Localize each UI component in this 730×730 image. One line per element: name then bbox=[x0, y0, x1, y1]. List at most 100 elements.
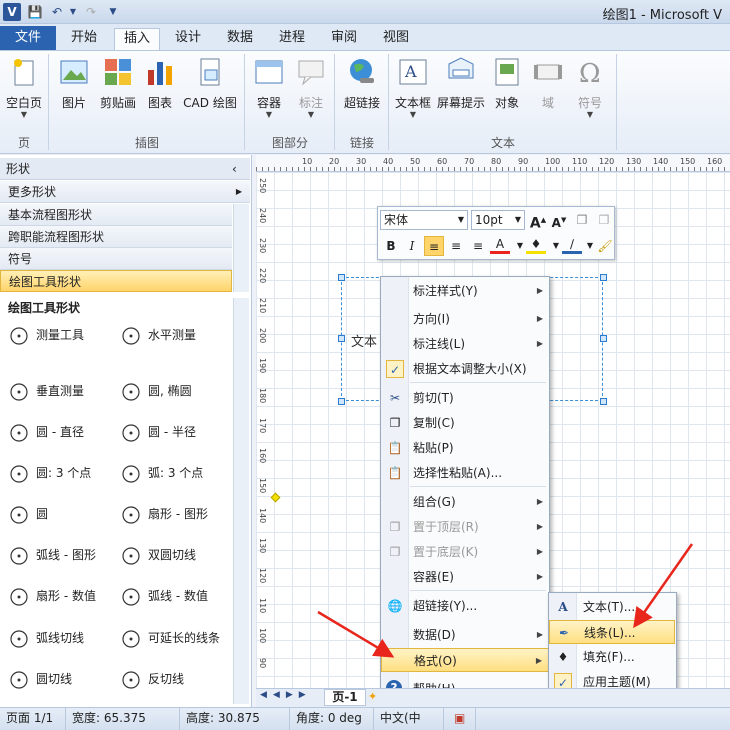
shape-item[interactable]: 反切线 bbox=[118, 666, 184, 692]
picture-button[interactable]: 图片 bbox=[54, 54, 94, 124]
customize-qat-icon[interactable]: ▼ bbox=[104, 3, 122, 21]
format-submenu-item[interactable]: A 文本(T)... bbox=[549, 595, 675, 619]
resize-handle[interactable] bbox=[338, 274, 345, 281]
context-menu-item[interactable]: 数据(D) ▶ bbox=[381, 623, 549, 647]
resize-handle[interactable] bbox=[600, 274, 607, 281]
stencil-more-shapes[interactable]: 更多形状 ▶ bbox=[0, 181, 250, 203]
fill-color-icon[interactable]: ♦ bbox=[526, 236, 546, 254]
stencil-drawing-tools[interactable]: 绘图工具形状 bbox=[0, 270, 232, 292]
shape-item[interactable]: 圆 - 半径 bbox=[118, 419, 196, 445]
tab-design[interactable]: 设计 bbox=[166, 28, 210, 50]
bold-icon[interactable]: B bbox=[381, 236, 401, 256]
shapes-scrollbar[interactable] bbox=[233, 298, 249, 704]
stencil-symbols[interactable]: 符号 bbox=[0, 248, 232, 270]
shape-item[interactable]: 水平测量 bbox=[118, 322, 196, 348]
font-name-combo[interactable]: 宋体 ▼ bbox=[380, 210, 468, 230]
stencil-list-scrollbar[interactable] bbox=[233, 204, 249, 292]
context-menu-item[interactable]: ✂ 剪切(T) bbox=[381, 386, 549, 410]
status-page[interactable]: 页面 1/1 bbox=[0, 707, 66, 730]
shape-item[interactable]: 弧: 3 个点 bbox=[118, 460, 203, 486]
save-icon[interactable]: 💾 bbox=[26, 3, 44, 21]
blank-page-button[interactable]: 空白页 ▼ bbox=[2, 54, 46, 124]
visio-app-icon[interactable]: V bbox=[3, 3, 21, 21]
checkmark-icon: ✓ bbox=[386, 360, 404, 378]
stencil-cross-functional[interactable]: 跨职能流程图形状 bbox=[0, 226, 232, 248]
stencil-basic-flowchart[interactable]: 基本流程图形状 bbox=[0, 204, 232, 226]
shape-item[interactable]: 圆切线 bbox=[6, 666, 72, 692]
shape-item[interactable]: 垂直测量 bbox=[6, 378, 84, 404]
tab-data[interactable]: 数据 bbox=[218, 28, 262, 50]
shape-item[interactable]: 测量工具 bbox=[6, 322, 84, 348]
collapse-panel-icon[interactable]: ‹ bbox=[232, 162, 237, 176]
shrink-font-icon[interactable]: A▼ bbox=[549, 210, 569, 230]
justify-icon[interactable]: ≡ bbox=[468, 236, 488, 256]
format-submenu-item[interactable]: ♦ 填充(F)... bbox=[549, 645, 675, 669]
macro-record-icon[interactable]: ▣ bbox=[448, 707, 476, 730]
page-tab-1[interactable]: 页-1 bbox=[324, 689, 366, 706]
tab-file[interactable]: 文件 bbox=[0, 26, 56, 50]
context-menu-item[interactable]: ❐ 复制(C) bbox=[381, 411, 549, 435]
bring-forward-icon[interactable]: ❐ bbox=[572, 210, 592, 230]
context-menu-item[interactable]: 格式(O) ▶ bbox=[381, 648, 549, 672]
shape-item[interactable]: 扇形 - 数值 bbox=[6, 583, 96, 609]
font-color-icon[interactable]: A bbox=[490, 236, 510, 254]
grow-font-icon[interactable]: A▲ bbox=[528, 210, 548, 232]
line-color-icon[interactable]: ∕ bbox=[562, 236, 582, 254]
object-button[interactable]: 对象 bbox=[490, 54, 524, 124]
resize-handle[interactable] bbox=[338, 335, 345, 342]
context-menu-item[interactable]: 容器(E) ▶ bbox=[381, 565, 549, 589]
shape-item[interactable]: 弧线切线 bbox=[6, 625, 84, 651]
tab-process[interactable]: 进程 bbox=[270, 28, 314, 50]
hyperlink-button[interactable]: 超链接 bbox=[340, 54, 384, 124]
status-language[interactable]: 中文(中国) bbox=[374, 707, 444, 730]
callout-button[interactable]: 标注 ▼ bbox=[292, 54, 330, 124]
insert-page-icon[interactable]: ✦ bbox=[368, 690, 377, 703]
ruler-tick-label: 210 bbox=[258, 298, 267, 314]
undo-dropdown-icon[interactable]: ▼ bbox=[64, 3, 82, 21]
format-submenu-item[interactable]: ✒ 线条(L)... bbox=[549, 620, 675, 644]
align-center-icon[interactable]: ≡ bbox=[446, 236, 466, 256]
shape-item[interactable]: 双圆切线 bbox=[118, 542, 196, 568]
shape-item[interactable]: 圆 bbox=[6, 501, 48, 527]
tab-view[interactable]: 视图 bbox=[374, 28, 418, 50]
context-menu-item[interactable]: 方向(I) ▶ bbox=[381, 307, 549, 331]
page-nav-icons[interactable]: ◀◀▶▶ bbox=[260, 690, 312, 700]
context-menu-item[interactable]: 📋 粘贴(P) bbox=[381, 436, 549, 460]
tab-insert[interactable]: 插入 bbox=[114, 28, 160, 50]
context-menu-item[interactable]: 标注线(L) ▶ bbox=[381, 332, 549, 356]
container-button[interactable]: 容器 ▼ bbox=[250, 54, 288, 124]
symbol-button[interactable]: Ω 符号 ▼ bbox=[572, 54, 608, 124]
format-painter-icon[interactable]: 🖌 bbox=[595, 236, 615, 256]
clipart-button[interactable]: 剪贴画 bbox=[96, 54, 140, 124]
italic-icon[interactable]: I bbox=[402, 236, 422, 256]
cad-drawing-button[interactable]: CAD 绘图 bbox=[180, 54, 240, 124]
context-menu-item[interactable]: 标注样式(Y) ▶ bbox=[381, 279, 549, 303]
shape-item[interactable]: 可延长的线条 bbox=[118, 625, 220, 651]
shape-item[interactable]: 弧线 - 图形 bbox=[6, 542, 96, 568]
shape-item[interactable]: 圆 - 直径 bbox=[6, 419, 84, 445]
context-menu-item[interactable]: 🌐 超链接(Y)... bbox=[381, 594, 549, 618]
shape-item[interactable]: 圆, 椭圆 bbox=[118, 378, 192, 404]
font-size-combo[interactable]: 10pt ▼ bbox=[471, 210, 525, 230]
align-left-icon[interactable]: ≡ bbox=[424, 236, 444, 256]
context-menu-item[interactable]: 📋 选择性粘贴(A)... bbox=[381, 461, 549, 485]
tab-home[interactable]: 开始 bbox=[62, 28, 106, 50]
textbox-button[interactable]: A 文本框 ▼ bbox=[392, 54, 434, 124]
field-button[interactable]: 域 bbox=[530, 54, 566, 124]
resize-handle[interactable] bbox=[600, 398, 607, 405]
shape-item[interactable]: 圆: 3 个点 bbox=[6, 460, 91, 486]
chart-button[interactable]: 图表 bbox=[142, 54, 178, 124]
shape-item[interactable]: 弧线 - 数值 bbox=[118, 583, 208, 609]
context-menu-item[interactable]: ❐ 置于底层(K) ▶ bbox=[381, 540, 549, 564]
resize-handle[interactable] bbox=[338, 398, 345, 405]
context-menu-item[interactable]: 组合(G) ▶ bbox=[381, 490, 549, 514]
redo-icon[interactable]: ↷ bbox=[82, 3, 100, 21]
hyperlink-label: 超链接 bbox=[343, 96, 380, 110]
screentip-button[interactable]: 屏幕提示 bbox=[434, 54, 488, 124]
resize-handle[interactable] bbox=[600, 335, 607, 342]
context-menu-item[interactable]: ✓ 根据文本调整大小(X) bbox=[381, 357, 549, 381]
send-backward-icon[interactable]: ❐ bbox=[594, 210, 614, 230]
shape-item[interactable]: 扇形 - 图形 bbox=[118, 501, 208, 527]
context-menu-item[interactable]: ❐ 置于顶层(R) ▶ bbox=[381, 515, 549, 539]
tab-review[interactable]: 审阅 bbox=[322, 28, 366, 50]
